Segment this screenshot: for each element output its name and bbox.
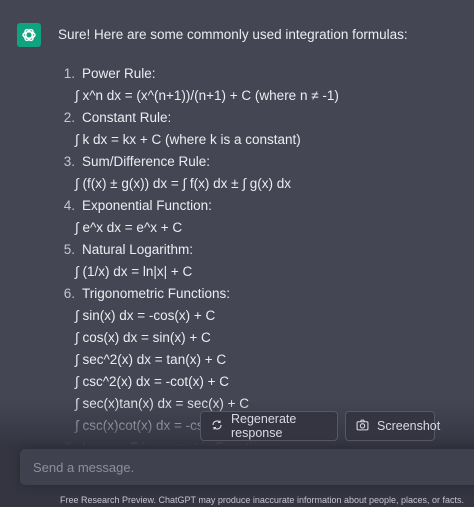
list-item-title: Constant Rule: [82,109,172,125]
list-item-number: 1. [63,65,75,81]
formula-line: ∫ sin(x) dx = -cos(x) + C [75,307,216,323]
formula-line: ∫ cos(x) dx = sin(x) + C [75,329,211,345]
screenshot-label: Screenshot [377,419,441,433]
list-item-heading: 6. Trigonometric Functions: [57,282,464,304]
list-item-heading: 4. Exponential Function: [57,194,464,216]
formula-line: ∫ (1/x) dx = ln|x| + C [75,263,193,279]
list-item-heading: 5. Natural Logarithm: [57,238,464,260]
list-item: 5. Natural Logarithm: ∫ (1/x) dx = ln|x| +… [57,238,464,282]
regenerate-response-button[interactable]: Regenerate response [200,411,338,441]
list-item-title: Exponential Function: [82,197,212,213]
list-item-heading: 2. Constant Rule: [57,106,464,128]
formula-line: ∫ x^n dx = (x^(n+1))/(n+1) + C (where n … [75,87,339,103]
list-item-number: 3. [63,153,75,169]
list-item-number: 5. [63,241,75,257]
screenshot-button[interactable]: Screenshot [345,411,440,441]
list-item-number: 2. [63,109,75,125]
camera-icon [356,419,369,434]
list-item-heading: 3. Sum/Difference Rule: [57,150,464,172]
list-item: 2. Constant Rule: ∫ k dx = kx + C (where k… [57,106,464,150]
list-item-title: Trigonometric Functions: [82,285,231,301]
list-item-title: Sum/Difference Rule: [82,153,211,169]
formula-list: 1. Power Rule: ∫ x^n dx = (x^(n+1))/(n+1) … [57,62,464,446]
refresh-icon [211,419,223,434]
list-item-title: Power Rule: [82,65,156,81]
footer-disclaimer: Free Research Preview. ChatGPT may produ… [60,495,465,505]
list-item: 1. Power Rule: ∫ x^n dx = (x^(n+1))/(n+1) … [57,62,464,106]
chat-message: Sure! Here are some commonly used integr… [0,0,474,445]
list-item-number: 4. [63,197,75,213]
formula-line: ∫ csc^2(x) dx = -cot(x) + C [75,373,230,389]
formula-line: ∫ e^x dx = e^x + C [75,219,183,235]
list-item-number: 6. [63,285,75,301]
regenerate-label: Regenerate response [231,412,297,440]
message-intro: Sure! Here are some commonly used integr… [58,27,408,42]
list-item: 3. Sum/Difference Rule: ∫ (f(x) ± g(x)) dx… [57,150,464,194]
formula-line: ∫ k dx = kx + C (where k is a constant) [75,131,301,147]
list-item-title: Natural Logarithm: [82,241,194,257]
message-input[interactable]: Send a message. [20,449,474,485]
list-item-heading: 1. Power Rule: [57,62,464,84]
openai-logo-icon [17,23,41,47]
list-item: 4. Exponential Function: ∫ e^x dx = e^x + … [57,194,464,238]
formula-line: ∫ (f(x) ± g(x)) dx = ∫ f(x) dx ± ∫ g(x) … [75,175,292,191]
formula-line: ∫ sec^2(x) dx = tan(x) + C [75,351,227,367]
